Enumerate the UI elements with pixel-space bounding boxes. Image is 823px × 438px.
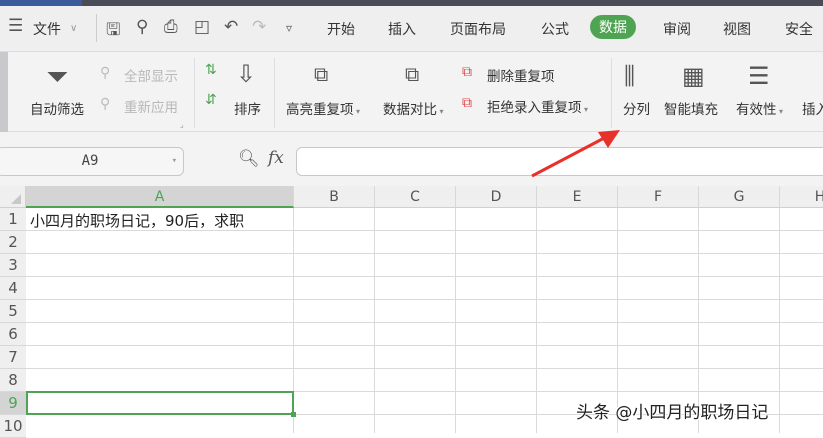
validity-icon: ☰ [748, 62, 770, 90]
tab-insert[interactable]: 插入 [388, 19, 416, 39]
insert-button[interactable]: 插入 [802, 98, 823, 118]
formula-bar: A9 ▾ 🔍︎ fx [0, 132, 823, 186]
hamburger-icon[interactable]: ☰ [8, 16, 23, 36]
print-preview-icon[interactable]: ◰ [194, 17, 210, 37]
column-header-e[interactable]: E [537, 186, 618, 208]
sort-button[interactable]: 排序 [234, 98, 261, 118]
highlight-duplicates-icon: ⧉ [314, 62, 329, 86]
row-header[interactable]: 7 [0, 346, 26, 369]
row-header[interactable]: 10 [0, 415, 26, 438]
ribbon: ⏷ 自动筛选 ⚲ 全部显示 ⚲ 重新应用 ⇅ ⇵ ⇩ 排序 ⧉ 高亮重复项 ▾ … [0, 52, 823, 132]
tab-page-layout[interactable]: 页面布局 [450, 19, 506, 39]
file-menu[interactable]: 文件 [33, 19, 61, 39]
sort-descending-icon[interactable]: ⇵ [205, 92, 217, 108]
dialog-launcher-icon[interactable]: ⌟ [180, 120, 184, 129]
row-header[interactable]: 6 [0, 323, 26, 346]
customize-icon[interactable]: ▿ [286, 21, 292, 35]
column-header-c[interactable]: C [375, 186, 456, 208]
highlight-duplicates-button[interactable]: 高亮重复项 ▾ [286, 98, 360, 118]
select-all-corner[interactable] [0, 186, 26, 208]
tab-formulas[interactable]: 公式 [541, 19, 569, 39]
name-box[interactable]: A9 ▾ [0, 147, 184, 176]
annotation-arrow [531, 130, 620, 178]
column-header-g[interactable]: G [699, 186, 780, 208]
row-header[interactable]: 1 [0, 208, 26, 231]
remove-duplicates-button[interactable]: 删除重复项 [487, 65, 555, 85]
row-header[interactable]: 4 [0, 277, 26, 300]
remove-duplicates-icon: ⧉ [462, 64, 472, 80]
tab-home[interactable]: 开始 [327, 19, 355, 39]
column-header-h[interactable]: H [780, 186, 823, 208]
reapply-button[interactable]: 重新应用 [124, 96, 178, 116]
chevron-down-icon[interactable]: ∨ [70, 23, 77, 34]
print-icon[interactable]: ⎙ [164, 17, 178, 37]
undo-icon[interactable]: ↶ [224, 17, 238, 37]
row-header[interactable]: 2 [0, 231, 26, 254]
tab-view[interactable]: 视图 [723, 19, 751, 39]
tab-data[interactable]: 数据 [590, 15, 636, 39]
reapply-icon: ⚲ [100, 96, 111, 112]
show-all-icon: ⚲ [100, 65, 111, 81]
column-header-d[interactable]: D [456, 186, 537, 208]
fill-handle[interactable] [291, 412, 296, 417]
fx-button[interactable]: fx [268, 148, 284, 168]
column-header-f[interactable]: F [618, 186, 699, 208]
show-all-button[interactable]: 全部显示 [124, 65, 178, 85]
sort-icon: ⇩ [236, 60, 257, 88]
save-icon[interactable]: 🖫 [106, 17, 120, 46]
reject-duplicates-button[interactable]: 拒绝录入重复项 ▾ [487, 96, 588, 116]
data-compare-icon: ⧉ [405, 62, 420, 86]
column-header-a[interactable]: A [26, 186, 294, 208]
sort-ascending-icon[interactable]: ⇅ [205, 62, 217, 78]
row-header[interactable]: 5 [0, 300, 26, 323]
column-header-b[interactable]: B [294, 186, 375, 208]
chevron-down-icon[interactable]: ▾ [172, 148, 177, 175]
row-header[interactable]: 3 [0, 254, 26, 277]
split-column-button[interactable]: 分列 [623, 98, 650, 118]
cell-a1[interactable]: 小四月的职场日记，90后，求职 [30, 210, 244, 231]
smart-fill-button[interactable]: 智能填充 [664, 98, 718, 118]
filter-icon: ⏷ [46, 60, 69, 93]
zoom-search-icon[interactable]: 🔍︎ [238, 149, 260, 169]
selected-cell-a9[interactable] [26, 391, 296, 417]
validity-button[interactable]: 有效性 ▾ [736, 98, 783, 118]
row-header[interactable]: 8 [0, 369, 26, 392]
tab-security[interactable]: 安全 [785, 19, 813, 39]
tab-review[interactable]: 审阅 [663, 19, 691, 39]
split-column-icon: ⫼ [624, 62, 636, 90]
redo-icon[interactable]: ↷ [252, 17, 266, 37]
menu-bar: ☰ 文件 ∨ 🖫 ⚲ ⎙ ◰ ↶ ↷ ▿ 开始 插入 页面布局 公式 数据 审阅… [0, 6, 823, 52]
format-painter-icon[interactable]: ⚲ [136, 17, 148, 37]
smart-fill-icon: ▦ [682, 62, 705, 90]
data-compare-button[interactable]: 数据对比 ▾ [383, 98, 444, 118]
reject-duplicates-icon: ⧉ [462, 95, 472, 111]
row-header[interactable]: 9 [0, 392, 26, 415]
watermark: 头条 @小四月的职场日记 [576, 403, 769, 423]
auto-filter-button[interactable]: 自动筛选 [30, 98, 84, 118]
